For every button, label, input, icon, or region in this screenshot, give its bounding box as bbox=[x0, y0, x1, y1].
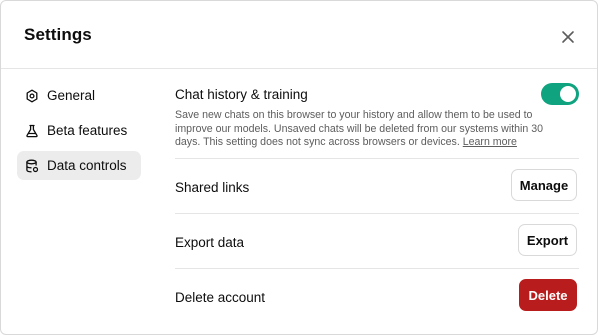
sidebar-item-beta-features[interactable]: Beta features bbox=[17, 116, 141, 145]
flask-icon bbox=[25, 124, 39, 138]
delete-button[interactable]: Delete bbox=[519, 279, 577, 311]
manage-button[interactable]: Manage bbox=[511, 169, 577, 201]
chat-history-description: Save new chats on this browser to your h… bbox=[175, 109, 567, 150]
sidebar-item-label: Beta features bbox=[47, 123, 128, 138]
chat-history-toggle[interactable] bbox=[541, 83, 579, 105]
export-data-row: Export data Export bbox=[175, 214, 579, 269]
export-data-label: Export data bbox=[175, 235, 245, 250]
export-button[interactable]: Export bbox=[518, 224, 577, 256]
sidebar-item-general[interactable]: General bbox=[17, 81, 141, 110]
sidebar-item-label: General bbox=[47, 88, 96, 103]
sidebar-item-label: Data controls bbox=[47, 158, 127, 173]
close-icon bbox=[562, 31, 574, 43]
settings-dialog: Settings General Beta features Data cont… bbox=[0, 0, 598, 335]
chat-history-setting: Chat history & training Save new chats o… bbox=[175, 83, 579, 159]
dialog-title: Settings bbox=[24, 25, 92, 44]
close-button[interactable] bbox=[556, 25, 580, 49]
data-controls-panel: Chat history & training Save new chats o… bbox=[175, 83, 579, 324]
shared-links-label: Shared links bbox=[175, 180, 250, 195]
gear-icon bbox=[25, 89, 39, 103]
shared-links-row: Shared links Manage bbox=[175, 159, 579, 214]
toggle-knob bbox=[560, 86, 576, 102]
database-icon bbox=[25, 159, 39, 173]
delete-account-row: Delete account Delete bbox=[175, 269, 579, 324]
sidebar-item-data-controls[interactable]: Data controls bbox=[17, 151, 141, 180]
dialog-header: Settings bbox=[1, 1, 597, 69]
learn-more-link[interactable]: Learn more bbox=[463, 136, 517, 148]
settings-sidebar: General Beta features Data controls bbox=[17, 81, 141, 186]
delete-account-label: Delete account bbox=[175, 290, 266, 305]
chat-history-title: Chat history & training bbox=[175, 87, 308, 102]
